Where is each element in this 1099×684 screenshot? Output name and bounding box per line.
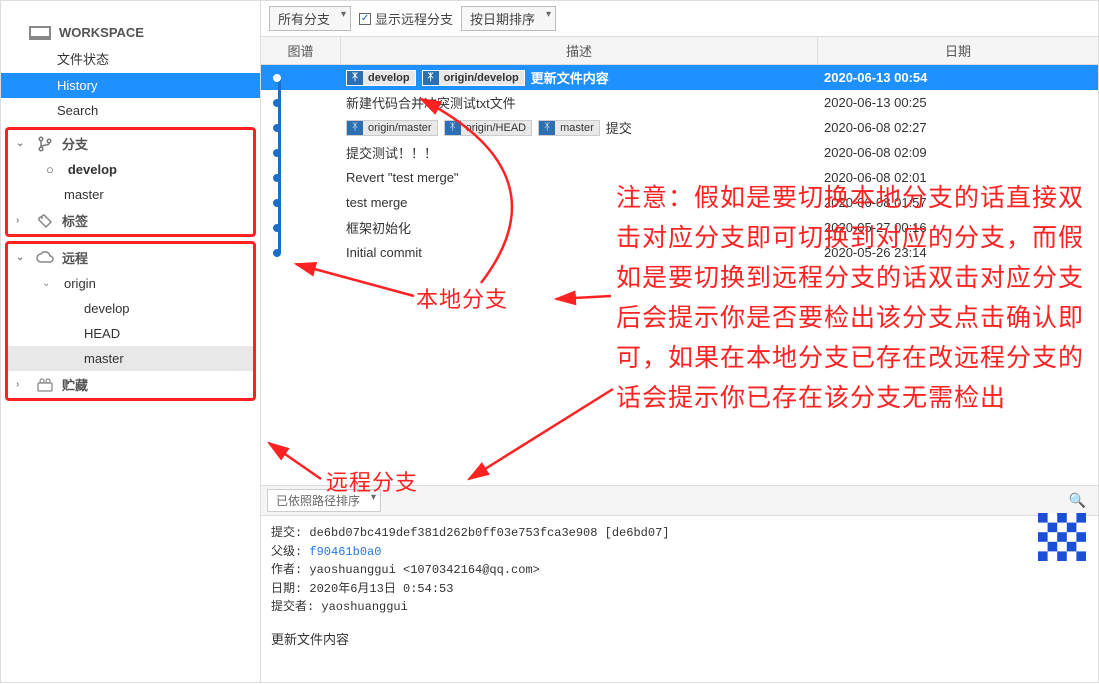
avatar: [1038, 513, 1086, 561]
cloud-icon: [36, 251, 54, 265]
annotation-box-local: ⌄ 分支 ○ develop master › 标签: [5, 127, 256, 237]
commit-row[interactable]: 框架初始化 2020-05-27 00:16: [261, 215, 1098, 240]
commit-message: Revert "test merge": [346, 170, 459, 185]
path-sort-dropdown[interactable]: 已依照路径排序: [267, 489, 381, 512]
app-window: WORKSPACE 文件状态 History Search ⌄ 分支 ○ dev…: [0, 0, 1099, 683]
branches-header[interactable]: ⌄ 分支: [8, 130, 253, 157]
commit-date: 2020-06-08 01:57: [818, 195, 1098, 210]
commit-message: test merge: [346, 195, 407, 210]
tag-icon: [36, 214, 54, 228]
branch-tag[interactable]: ᛡdevelop: [346, 70, 416, 86]
commit-date: 2020-06-13 00:54: [818, 70, 1098, 85]
branch-item-develop[interactable]: ○ develop: [8, 157, 253, 182]
remote-item-master[interactable]: master: [8, 346, 253, 371]
sort-dropdown[interactable]: 按日期排序: [461, 6, 556, 31]
commit-row[interactable]: Initial commit 2020-05-26 23:14: [261, 240, 1098, 265]
filter-toolbar: 所有分支 ✓ 显示远程分支 按日期排序: [261, 1, 1098, 37]
remotes-title: 远程: [62, 248, 88, 267]
search-icon[interactable]: 🔍: [1063, 492, 1092, 509]
detail-committer: yaoshuanggui: [321, 600, 407, 614]
col-desc[interactable]: 描述: [341, 37, 818, 64]
main-panel: 所有分支 ✓ 显示远程分支 按日期排序 图谱 描述 日期 ᛡdevelop ᛡor…: [261, 1, 1098, 682]
graph-node-icon: [273, 224, 281, 232]
branch-icon: ᛡ: [539, 121, 555, 135]
branch-icon: [36, 137, 54, 151]
graph-node-icon: [273, 249, 281, 257]
commit-row[interactable]: ᛡdevelop ᛡorigin/develop 更新文件内容 2020-06-13 …: [261, 65, 1098, 90]
chevron-right-icon: ›: [16, 379, 19, 390]
commit-row[interactable]: test merge 2020-06-08 01:57: [261, 190, 1098, 215]
commit-row[interactable]: Revert "test merge" 2020-06-08 02:01: [261, 165, 1098, 190]
branch-icon: ᛡ: [423, 71, 439, 85]
parent-link[interactable]: f90461b0a0: [309, 545, 381, 559]
annotation-box-remote: ⌄ 远程 ⌄ origin develop HEAD master › 贮藏: [5, 241, 256, 401]
remote-tag[interactable]: ᛡorigin/HEAD: [444, 120, 533, 136]
graph-node-icon: [273, 74, 281, 82]
commit-message: 提交测试！！！: [346, 143, 437, 162]
graph-node-icon: [273, 174, 281, 182]
workspace-header: WORKSPACE: [1, 21, 260, 44]
branch-icon: ᛡ: [445, 121, 461, 135]
commit-row[interactable]: 提交测试！！！ 2020-06-08 02:09: [261, 140, 1098, 165]
commit-message: 提交: [606, 118, 632, 137]
checkbox-icon: ✓: [359, 13, 371, 25]
branch-icon: ᛡ: [347, 71, 363, 85]
sidebar-item-search[interactable]: Search: [1, 98, 260, 123]
remote-item-develop[interactable]: develop: [8, 296, 253, 321]
sidebar-item-history[interactable]: History: [1, 73, 260, 98]
show-remote-checkbox[interactable]: ✓ 显示远程分支: [359, 9, 453, 28]
commit-date: 2020-06-08 02:09: [818, 145, 1098, 160]
commit-message: 新建代码合并冲突测试txt文件: [346, 93, 516, 112]
commit-date: 2020-05-26 23:14: [818, 245, 1098, 260]
branches-title: 分支: [62, 134, 88, 153]
commit-date: 2020-06-08 02:01: [818, 170, 1098, 185]
remote-tag[interactable]: ᛡorigin/develop: [422, 70, 525, 86]
branch-item-master[interactable]: master: [8, 182, 253, 207]
commit-message: 框架初始化: [346, 218, 411, 237]
chevron-down-icon: ⌄: [16, 138, 24, 149]
graph-node-icon: [273, 99, 281, 107]
chevron-down-icon: ⌄: [16, 252, 24, 263]
commit-date: 2020-06-13 00:25: [818, 95, 1098, 110]
workspace-title: WORKSPACE: [59, 25, 144, 40]
commit-date: 2020-06-08 02:27: [818, 120, 1098, 135]
commit-message: 更新文件内容: [531, 68, 609, 87]
branch-icon: ᛡ: [347, 121, 363, 135]
commit-row[interactable]: 新建代码合并冲突测试txt文件 2020-06-13 00:25: [261, 90, 1098, 115]
commit-list[interactable]: ᛡdevelop ᛡorigin/develop 更新文件内容 2020-06-13 …: [261, 65, 1098, 265]
graph-node-icon: [273, 124, 281, 132]
stash-header[interactable]: › 贮藏: [8, 371, 253, 398]
remote-tag[interactable]: ᛡorigin/master: [346, 120, 438, 136]
sidebar: WORKSPACE 文件状态 History Search ⌄ 分支 ○ dev…: [1, 1, 261, 682]
detail-author: yaoshuanggui <1070342164@qq.com>: [309, 563, 539, 577]
graph-node-icon: [273, 199, 281, 207]
current-branch-dot-icon: ○: [46, 162, 54, 177]
column-headers: 图谱 描述 日期: [261, 37, 1098, 65]
stash-title: 贮藏: [62, 375, 88, 394]
remote-item-head[interactable]: HEAD: [8, 321, 253, 346]
chevron-right-icon: ›: [16, 215, 19, 226]
monitor-icon: [29, 26, 51, 40]
remote-origin[interactable]: ⌄ origin: [8, 271, 253, 296]
col-graph[interactable]: 图谱: [261, 37, 341, 64]
branch-filter-dropdown[interactable]: 所有分支: [269, 6, 351, 31]
sidebar-item-filestate[interactable]: 文件状态: [1, 44, 260, 73]
detail-date: 2020年6月13日 0:54:53: [309, 582, 453, 596]
commit-detail: 提交: de6bd07bc419def381d262b0ff03e753fca3…: [261, 516, 1098, 625]
path-sort-bar: 已依照路径排序 🔍: [261, 486, 1098, 516]
commit-message: 更新文件内容: [261, 625, 1098, 652]
commit-row[interactable]: ᛡorigin/master ᛡorigin/HEAD ᛡmaster 提交 2020-…: [261, 115, 1098, 140]
detail-hash: de6bd07bc419def381d262b0ff03e753fca3e908…: [309, 526, 669, 540]
graph-node-icon: [273, 149, 281, 157]
commit-date: 2020-05-27 00:16: [818, 220, 1098, 235]
branch-tag[interactable]: ᛡmaster: [538, 120, 600, 136]
stash-icon: [36, 378, 54, 392]
chevron-down-icon: ⌄: [42, 278, 50, 289]
tags-title: 标签: [62, 211, 88, 230]
commit-message: Initial commit: [346, 245, 422, 260]
col-date[interactable]: 日期: [818, 37, 1098, 64]
remotes-header[interactable]: ⌄ 远程: [8, 244, 253, 271]
tags-header[interactable]: › 标签: [8, 207, 253, 234]
